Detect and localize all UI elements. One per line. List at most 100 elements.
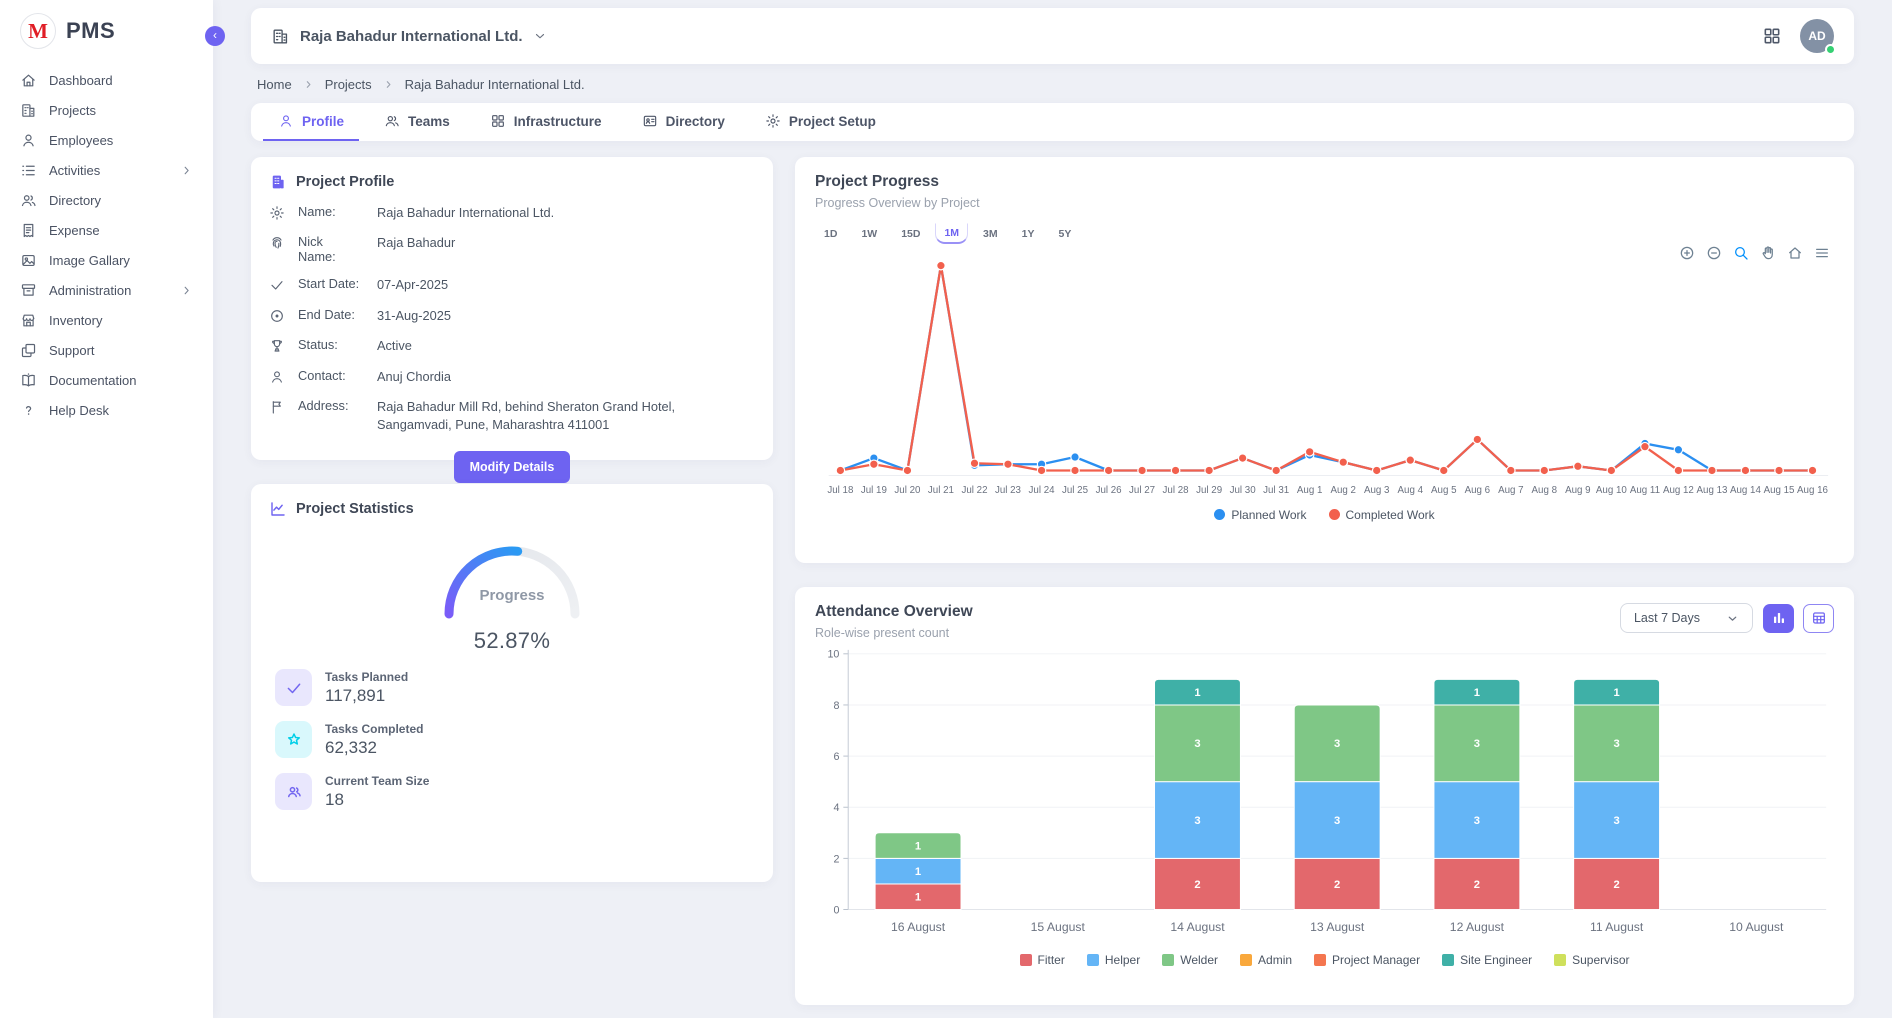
project-profile-icon	[269, 173, 287, 191]
svg-text:2: 2	[833, 853, 839, 865]
sidebar-collapse-button[interactable]: ‹	[205, 26, 225, 46]
range-5y[interactable]: 5Y	[1049, 224, 1080, 244]
project-progress-card: Project Progress Progress Overview by Pr…	[795, 157, 1854, 563]
svg-text:Aug 8: Aug 8	[1532, 485, 1557, 496]
breadcrumb-item-projects[interactable]: Projects	[325, 77, 372, 92]
legend-site-engineer[interactable]: Site Engineer	[1442, 953, 1532, 967]
bar-chart[interactable]: 024681011116 August15 August233114 Augus…	[815, 646, 1834, 951]
line-chart[interactable]: Jul 18Jul 19Jul 20Jul 21Jul 22Jul 23Jul …	[815, 250, 1834, 506]
range-3m[interactable]: 3M	[974, 224, 1007, 244]
help-icon	[20, 402, 37, 419]
zoom-in-icon[interactable]	[1679, 245, 1695, 261]
stat-tasks-planned: Tasks Planned117,891	[269, 669, 755, 706]
target-icon	[269, 308, 285, 324]
bar-view-button[interactable]	[1763, 604, 1794, 633]
svg-text:Aug 1: Aug 1	[1297, 485, 1322, 496]
sidebar-item-activities[interactable]: Activities	[0, 155, 213, 185]
idcard-icon	[642, 113, 658, 129]
user-icon	[278, 113, 294, 129]
legend-supervisor[interactable]: Supervisor	[1554, 953, 1629, 967]
legend-helper[interactable]: Helper	[1087, 953, 1140, 967]
profile-field-start-date: Start Date:07-Apr-2025	[269, 276, 755, 294]
modify-details-button[interactable]: Modify Details	[454, 451, 571, 483]
avatar[interactable]: AD	[1800, 19, 1834, 53]
svg-text:Jul 18: Jul 18	[827, 485, 853, 496]
zoom-out-icon[interactable]	[1706, 245, 1722, 261]
sidebar-item-documentation[interactable]: Documentation	[0, 365, 213, 395]
range-1d[interactable]: 1D	[815, 224, 846, 244]
svg-text:Jul 25: Jul 25	[1062, 485, 1089, 496]
copy-icon	[20, 342, 37, 359]
legend-project-manager[interactable]: Project Manager	[1314, 953, 1420, 967]
stat-rows: Tasks Planned117,891Tasks Completed62,33…	[269, 669, 755, 810]
users-icon	[384, 113, 400, 129]
sidebar-item-inventory[interactable]: Inventory	[0, 305, 213, 335]
project-statistics-title-row: Project Statistics	[269, 500, 755, 518]
breadcrumb-item-home[interactable]: Home	[257, 77, 292, 92]
sidebar-item-employees[interactable]: Employees	[0, 125, 213, 155]
tab-infrastructure[interactable]: Infrastructure	[475, 103, 617, 141]
svg-text:2: 2	[1194, 879, 1200, 891]
sidebar-item-projects[interactable]: Projects	[0, 95, 213, 125]
attendance-title: Attendance Overview	[815, 603, 973, 621]
topbar: Raja Bahadur International Ltd. AD	[251, 8, 1854, 64]
tab-teams[interactable]: Teams	[369, 103, 465, 141]
tab-project-setup[interactable]: Project Setup	[750, 103, 891, 141]
left-column: Project Profile Name:Raja Bahadur Intern…	[251, 157, 773, 1018]
svg-text:13 August: 13 August	[1310, 920, 1365, 934]
sidebar-item-help-desk[interactable]: Help Desk	[0, 395, 213, 425]
svg-text:Jul 30: Jul 30	[1230, 485, 1257, 496]
project-statistics-card: Project Statistics	[251, 484, 773, 882]
range-1y[interactable]: 1Y	[1013, 224, 1044, 244]
list-icon	[20, 162, 37, 179]
date-range-select[interactable]: Last 7 Days	[1620, 603, 1753, 633]
breadcrumb-item-raja-bahadur-international-ltd[interactable]: Raja Bahadur International Ltd.	[405, 77, 585, 92]
sidebar-item-directory[interactable]: Directory	[0, 185, 213, 215]
table-view-button[interactable]	[1803, 604, 1834, 633]
sidebar-item-expense[interactable]: Expense	[0, 215, 213, 245]
svg-text:1: 1	[1194, 687, 1200, 699]
sidebar-item-administration[interactable]: Administration	[0, 275, 213, 305]
sidebar-item-dashboard[interactable]: Dashboard	[0, 65, 213, 95]
svg-text:6: 6	[833, 751, 839, 763]
company-switcher[interactable]: Raja Bahadur International Ltd.	[271, 27, 547, 46]
apps-grid-icon[interactable]	[1762, 26, 1782, 46]
profile-field-name: Name:Raja Bahadur International Ltd.	[269, 204, 755, 222]
reset-home-icon[interactable]	[1787, 245, 1803, 261]
attendance-overview-card: Attendance Overview Role-wise present co…	[795, 587, 1854, 1005]
legend-welder[interactable]: Welder	[1162, 953, 1218, 967]
svg-text:3: 3	[1194, 815, 1200, 827]
svg-text:Jul 29: Jul 29	[1196, 485, 1222, 496]
svg-text:1: 1	[915, 866, 921, 878]
grid4-icon	[490, 113, 506, 129]
svg-text:3: 3	[1194, 738, 1200, 750]
legend-fitter[interactable]: Fitter	[1020, 953, 1065, 967]
legend-admin[interactable]: Admin	[1240, 953, 1292, 967]
chart-line-icon	[269, 500, 287, 518]
project-profile-card: Project Profile Name:Raja Bahadur Intern…	[251, 157, 773, 460]
sidebar-item-image-gallary[interactable]: Image Gallary	[0, 245, 213, 275]
chart-bar-icon	[1771, 610, 1787, 626]
legend-planned-work[interactable]: Planned Work	[1214, 508, 1306, 522]
svg-text:Jul 23: Jul 23	[995, 485, 1021, 496]
tab-directory[interactable]: Directory	[627, 103, 740, 141]
legend-completed-work[interactable]: Completed Work	[1329, 508, 1435, 522]
menu-icon[interactable]	[1814, 245, 1830, 261]
profile-fields: Name:Raja Bahadur International Ltd.Nick…	[269, 204, 755, 434]
gear-icon	[269, 205, 285, 221]
range-1w[interactable]: 1W	[852, 224, 886, 244]
sidebar-item-support[interactable]: Support	[0, 335, 213, 365]
selection-zoom-icon[interactable]	[1733, 245, 1749, 261]
svg-text:1: 1	[1474, 687, 1480, 699]
logo[interactable]: M PMS	[0, 0, 213, 65]
svg-text:4: 4	[833, 802, 839, 814]
attendance-subtitle: Role-wise present count	[815, 626, 973, 640]
svg-text:3: 3	[1613, 738, 1619, 750]
pan-icon[interactable]	[1760, 245, 1776, 261]
range-15d[interactable]: 15D	[892, 224, 929, 244]
home-icon	[20, 72, 37, 89]
user-icon	[269, 369, 285, 385]
range-1m[interactable]: 1M	[935, 223, 968, 244]
tab-profile[interactable]: Profile	[263, 103, 359, 141]
svg-text:3: 3	[1334, 815, 1340, 827]
